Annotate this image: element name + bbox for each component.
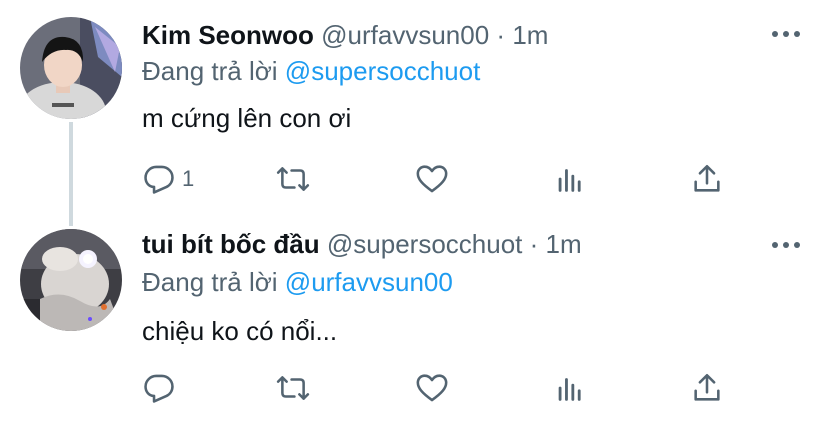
- replying-to-label: Đang trả lời: [142, 267, 278, 297]
- user-handle[interactable]: @supersocchuot: [327, 229, 523, 259]
- timestamp[interactable]: 1m: [512, 20, 548, 50]
- replying-to-handle[interactable]: @urfavvsun00: [285, 267, 453, 297]
- avatar[interactable]: [20, 229, 122, 331]
- display-name[interactable]: tui bít bốc đầu: [142, 229, 320, 259]
- analytics-icon: [558, 378, 581, 401]
- reply-button[interactable]: [142, 368, 182, 408]
- like-button[interactable]: [415, 159, 449, 199]
- replying-to-handle[interactable]: @supersocchuot: [285, 56, 481, 86]
- analytics-icon: [558, 169, 581, 192]
- reply-count: 1: [182, 166, 195, 191]
- avatar[interactable]: [20, 17, 122, 119]
- retweet-icon: [276, 167, 310, 191]
- share-button[interactable]: [690, 368, 724, 408]
- reply-button[interactable]: 1: [142, 159, 194, 199]
- retweet-icon: [276, 376, 310, 400]
- timestamp[interactable]: 1m: [546, 229, 582, 259]
- reply-icon: [144, 374, 174, 403]
- heart-icon: [416, 165, 448, 193]
- share-button[interactable]: [690, 159, 724, 199]
- separator: ·: [496, 20, 506, 50]
- analytics-button[interactable]: [553, 368, 587, 408]
- avatar-photo: [20, 229, 122, 331]
- tweet-text: chiệu ko có nổi...: [142, 316, 338, 346]
- like-button[interactable]: [415, 368, 449, 408]
- replying-to: Đang trả lời @urfavvsun00: [142, 265, 453, 299]
- retweet-button[interactable]: [276, 159, 310, 199]
- share-icon: [694, 373, 720, 401]
- action-bar: 1: [142, 159, 762, 199]
- display-name[interactable]: Kim Seonwoo: [142, 20, 314, 50]
- tweet-header: Kim Seonwoo @urfavvsun00 · 1m: [142, 18, 548, 52]
- replying-to-label: Đang trả lời: [142, 56, 278, 86]
- tweet[interactable]: tui bít bốc đầu @supersocchuot · 1m Đang…: [0, 213, 828, 423]
- avatar-photo: [20, 17, 122, 119]
- share-icon: [694, 164, 720, 192]
- thread-line: [69, 122, 73, 226]
- retweet-button[interactable]: [276, 368, 310, 408]
- more-icon[interactable]: [768, 233, 804, 257]
- user-handle[interactable]: @urfavvsun00: [321, 20, 489, 50]
- more-icon[interactable]: [768, 22, 804, 46]
- action-bar: [142, 368, 762, 408]
- separator: ·: [529, 229, 539, 259]
- reply-icon: [144, 165, 174, 194]
- tweet-header: tui bít bốc đầu @supersocchuot · 1m: [142, 227, 582, 261]
- tweet[interactable]: Kim Seonwoo @urfavvsun00 · 1m Đang trả l…: [0, 0, 828, 226]
- replying-to: Đang trả lời @supersocchuot: [142, 54, 480, 88]
- tweet-text: m cứng lên con ơi: [142, 103, 352, 133]
- heart-icon: [416, 374, 448, 402]
- analytics-button[interactable]: [553, 159, 587, 199]
